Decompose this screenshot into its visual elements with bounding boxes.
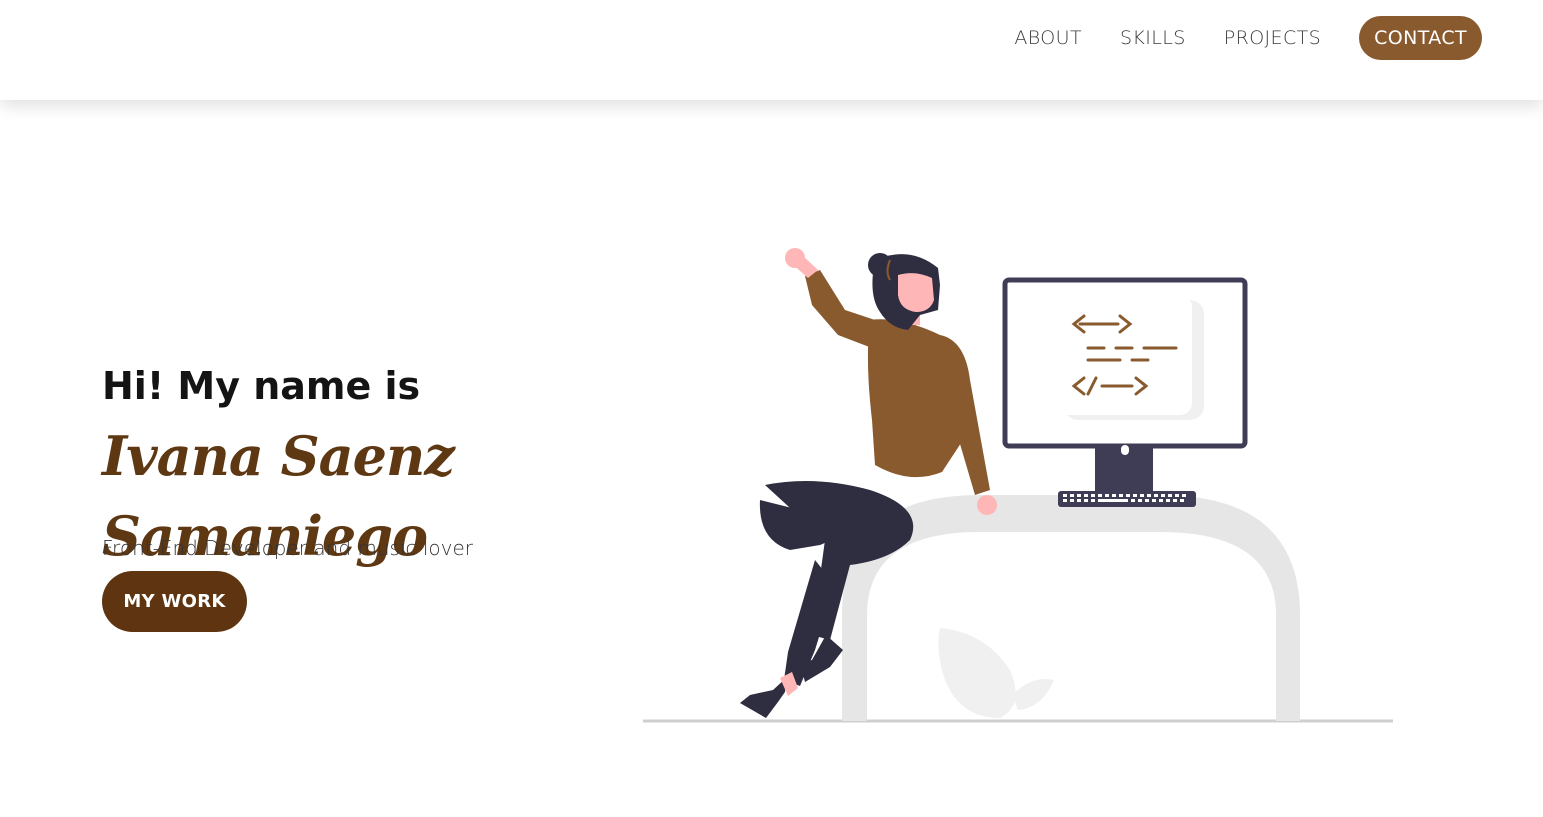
developer-illustration — [643, 248, 1393, 723]
my-work-button[interactable]: MY WORK — [102, 571, 247, 632]
nav-link-projects[interactable]: PROJECTS — [1224, 27, 1321, 49]
nav-links: ABOUT SKILLS PROJECTS CONTACT — [976, 16, 1482, 60]
hero-tagline: Front-End Developer and music lover — [102, 536, 474, 560]
navbar: ABOUT SKILLS PROJECTS CONTACT — [0, 0, 1543, 100]
nav-link-skills[interactable]: SKILLS — [1120, 27, 1186, 49]
hero-greeting: Hi! My name is — [102, 364, 421, 408]
hero-intro: Hi! My name is Ivana Saenz Samaniego Fro… — [102, 360, 702, 632]
nav-link-about[interactable]: ABOUT — [1014, 27, 1082, 49]
nav-contact-button[interactable]: CONTACT — [1359, 16, 1482, 60]
monitor-icon — [1002, 277, 1248, 507]
leaf-icon — [938, 628, 1054, 718]
